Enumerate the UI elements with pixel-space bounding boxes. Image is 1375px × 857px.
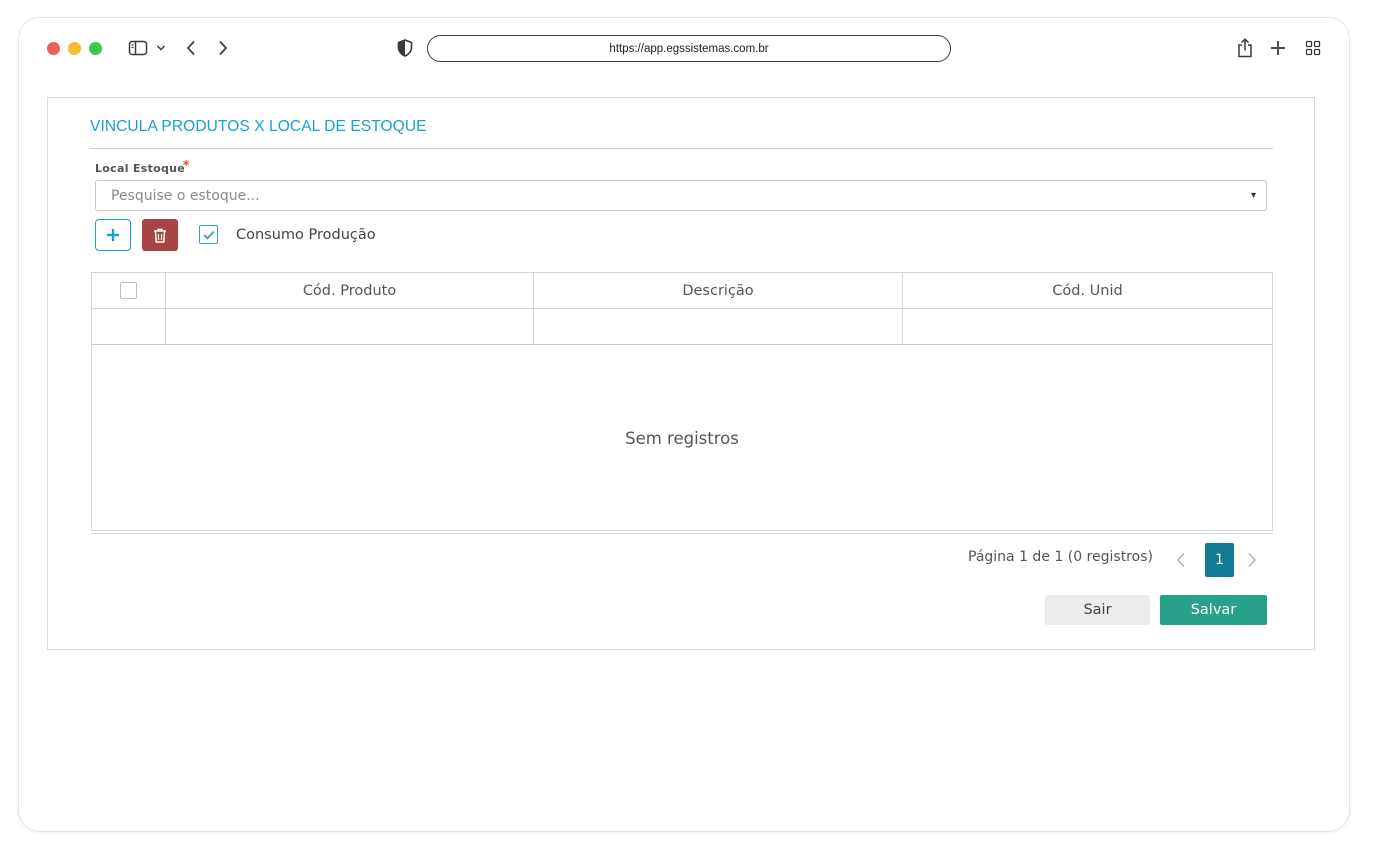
required-marker: *: [183, 158, 190, 172]
pager-summary: Página 1 de 1 (0 registros): [968, 549, 1153, 565]
address-bar[interactable]: https://app.egssistemas.com.br: [427, 35, 951, 62]
shield-icon[interactable]: [396, 38, 414, 58]
zoom-window-button[interactable]: [89, 42, 102, 55]
filter-cell-select: [92, 309, 166, 344]
chevron-down-icon[interactable]: [154, 38, 168, 58]
sidebar-toggle-icon[interactable]: [127, 38, 149, 58]
filter-cell-cod-unid[interactable]: [903, 309, 1272, 344]
back-arrow-icon[interactable]: [184, 38, 198, 58]
consumo-producao-checkbox[interactable]: [199, 225, 218, 244]
plus-icon: [107, 229, 119, 241]
local-estoque-placeholder: Pesquise o estoque...: [111, 187, 260, 204]
minimize-window-button[interactable]: [68, 42, 81, 55]
form-panel: VINCULA PRODUTOS X LOCAL DE ESTOQUE Loca…: [47, 97, 1315, 650]
delete-button[interactable]: [142, 219, 178, 251]
column-header-descricao[interactable]: Descrição: [534, 273, 903, 308]
pager-page-1[interactable]: 1: [1205, 543, 1234, 577]
page-title: VINCULA PRODUTOS X LOCAL DE ESTOQUE: [90, 118, 427, 135]
select-all-checkbox[interactable]: [120, 282, 137, 299]
dropdown-caret-icon[interactable]: ▾: [1251, 190, 1256, 201]
table-bottom-divider: [91, 533, 1273, 534]
forward-arrow-icon[interactable]: [216, 38, 230, 58]
browser-window: https://app.egssistemas.com.br VINCULA P…: [18, 17, 1350, 832]
local-estoque-label: Local Estoque: [95, 162, 186, 175]
products-table: Cód. Produto Descrição Cód. Unid Sem reg…: [91, 272, 1273, 531]
pager-prev-button[interactable]: [1173, 549, 1189, 571]
consumo-producao-label: Consumo Produção: [236, 227, 376, 243]
local-estoque-select[interactable]: Pesquise o estoque... ▾: [95, 180, 1267, 211]
url-text: https://app.egssistemas.com.br: [609, 42, 769, 55]
table-header-row: Cód. Produto Descrição Cód. Unid: [92, 273, 1272, 309]
plus-icon[interactable]: [1269, 38, 1287, 58]
filter-cell-descricao[interactable]: [534, 309, 903, 344]
checkmark-icon: [203, 230, 214, 240]
chevron-right-icon: [1248, 552, 1257, 568]
table-filter-row: [92, 309, 1272, 345]
close-window-button[interactable]: [47, 42, 60, 55]
save-button[interactable]: Salvar: [1160, 595, 1267, 625]
chevron-left-icon: [1176, 552, 1185, 568]
column-header-cod-produto[interactable]: Cód. Produto: [166, 273, 534, 308]
column-header-cod-unid[interactable]: Cód. Unid: [903, 273, 1272, 308]
share-icon[interactable]: [1236, 37, 1254, 59]
pager-next-button[interactable]: [1244, 549, 1260, 571]
tab-overview-icon[interactable]: [1304, 38, 1322, 58]
select-all-cell: [92, 273, 166, 308]
empty-table-message: Sem registros: [625, 428, 739, 448]
exit-button[interactable]: Sair: [1045, 595, 1150, 625]
title-divider: [90, 148, 1273, 149]
trash-icon: [154, 228, 166, 243]
filter-cell-cod-produto[interactable]: [166, 309, 534, 344]
add-button[interactable]: [95, 219, 131, 251]
